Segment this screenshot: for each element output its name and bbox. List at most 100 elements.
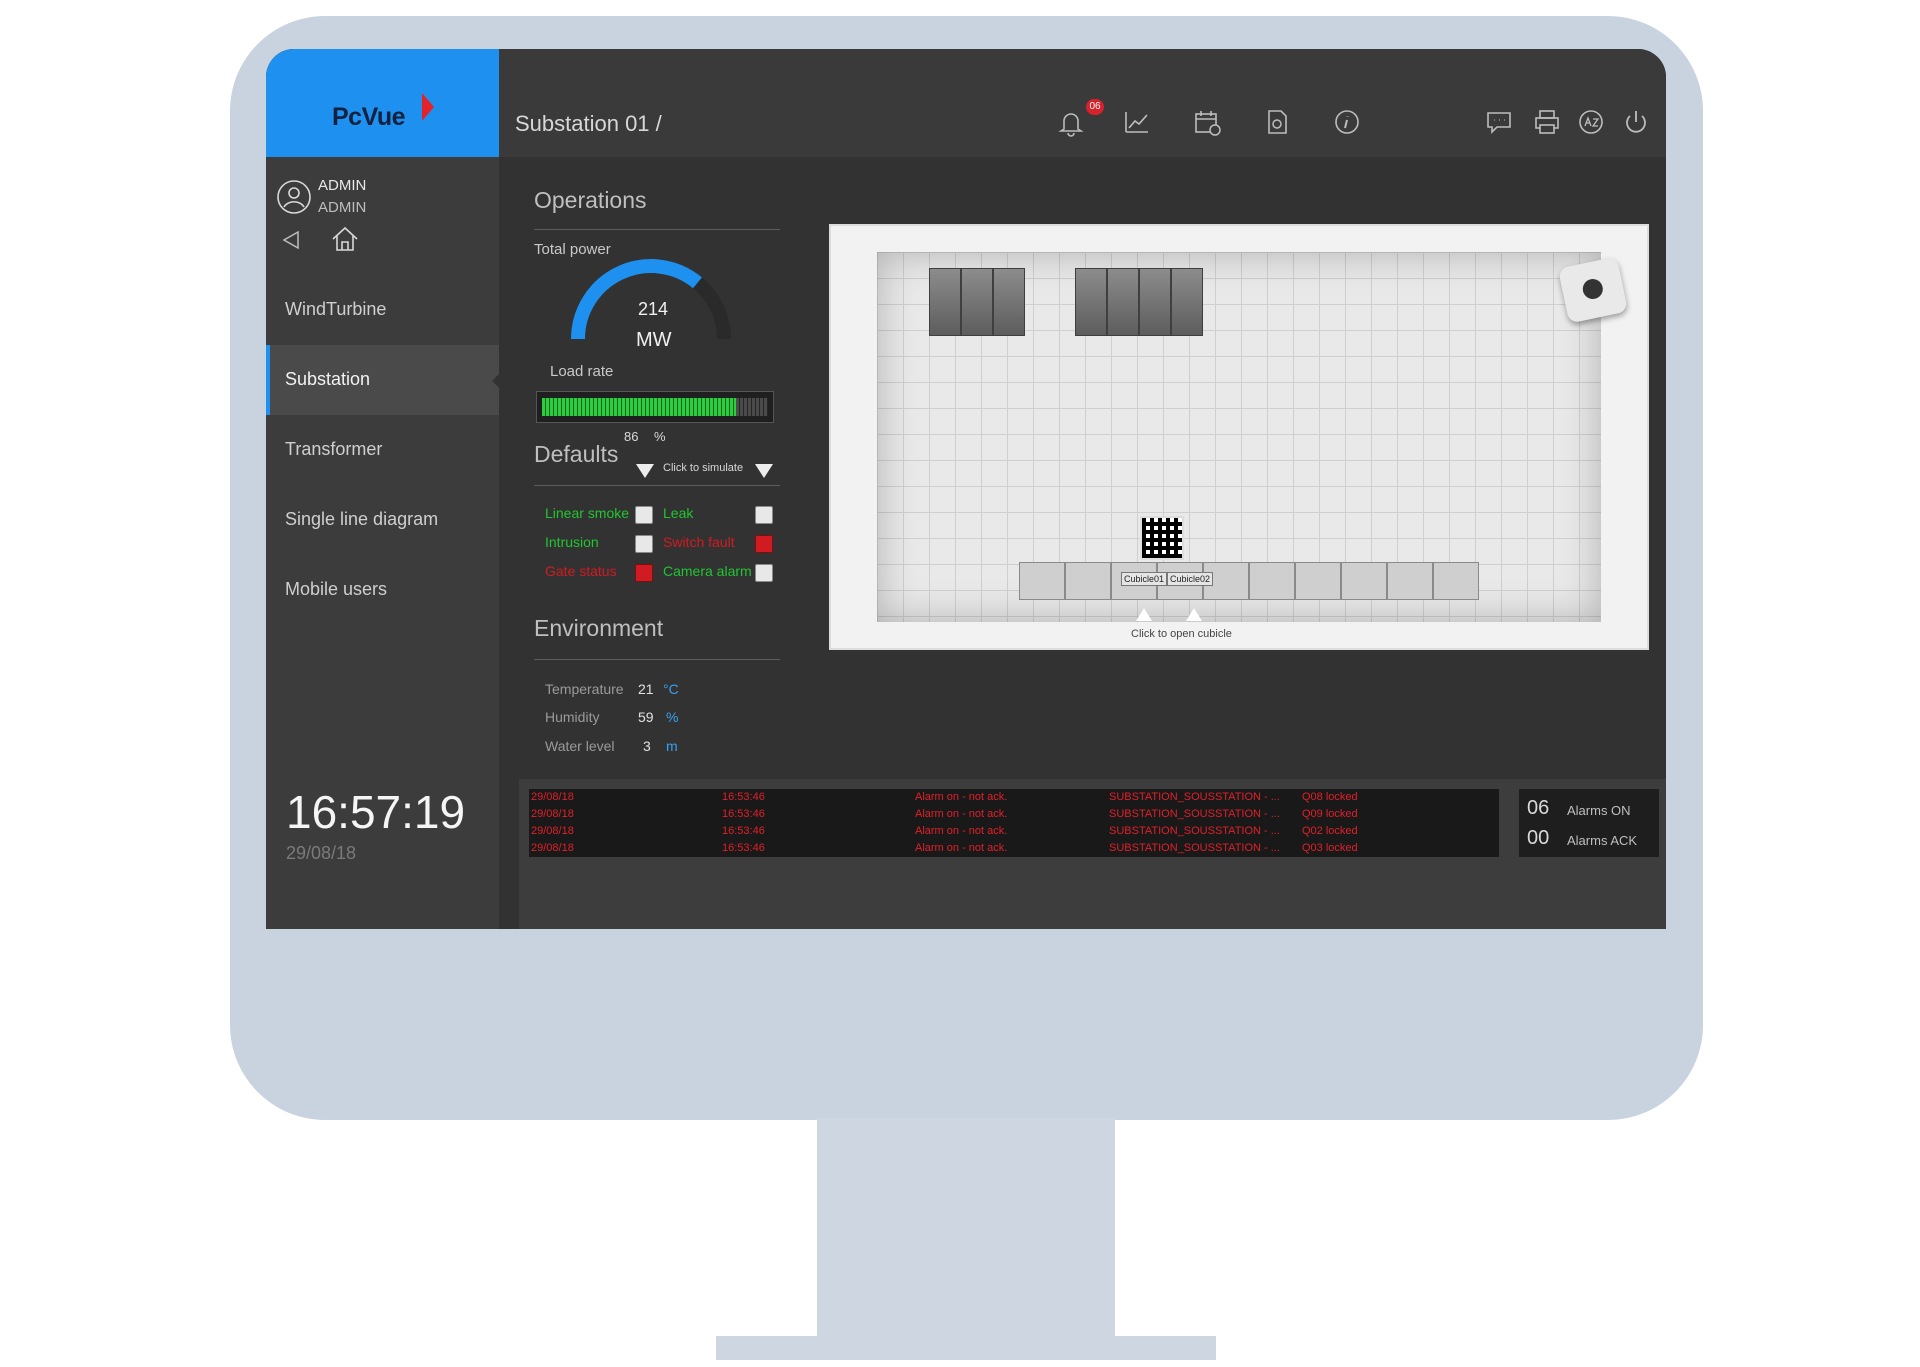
monitor-base	[716, 1336, 1216, 1360]
alarm-time: 16:53:46	[722, 808, 765, 820]
alarm-time: 16:53:46	[722, 825, 765, 837]
fault-camera-alarm-checkbox[interactable]	[755, 564, 773, 582]
environment-divider	[534, 659, 780, 660]
operations-title: Operations	[534, 187, 647, 213]
power-icon[interactable]	[1621, 107, 1651, 137]
sidebar: ADMIN ADMIN WindTurbine Substation Trans…	[266, 157, 500, 929]
alarm-date: 29/08/18	[531, 791, 574, 803]
alarm-date: 29/08/18	[531, 808, 574, 820]
schedule-icon[interactable]	[1192, 107, 1222, 137]
trend-chart-icon[interactable]	[1122, 107, 1152, 137]
cabinet[interactable]	[929, 268, 961, 336]
chat-icon[interactable]	[1484, 107, 1514, 137]
cabinet[interactable]	[993, 268, 1025, 336]
alarm-message: Q09 locked	[1302, 808, 1358, 820]
cubicle-01-label[interactable]: Cubicle01	[1121, 572, 1168, 586]
alarm-panel: 29/08/18 16:53:46 Alarm on - not ack. SU…	[519, 779, 1666, 929]
defaults-divider	[534, 485, 780, 486]
print-icon[interactable]	[1532, 107, 1562, 137]
cubicle[interactable]	[1249, 562, 1295, 600]
load-rate-fill	[542, 398, 736, 416]
env-water-level-value: 3	[643, 738, 651, 754]
sidebar-item-single-line-diagram[interactable]: Single line diagram	[266, 485, 499, 555]
alarm-row[interactable]: 29/08/18 16:53:46 Alarm on - not ack. SU…	[529, 806, 1499, 823]
language-icon[interactable]	[1576, 107, 1606, 137]
cubicle[interactable]	[1295, 562, 1341, 600]
alarm-row[interactable]: 29/08/18 16:53:46 Alarm on - not ack. SU…	[529, 840, 1499, 857]
cabinet[interactable]	[961, 268, 993, 336]
alarm-date: 29/08/18	[531, 825, 574, 837]
env-humidity-value: 59	[638, 709, 654, 725]
defaults-title: Defaults	[534, 441, 619, 467]
simulate-arrow-icon[interactable]	[636, 464, 654, 478]
load-rate-unit: %	[654, 429, 666, 444]
sidebar-item-mobile-users[interactable]: Mobile users	[266, 555, 499, 625]
total-power-unit: MW	[636, 329, 672, 351]
breadcrumb[interactable]: Substation 01 /	[515, 111, 662, 137]
report-icon[interactable]	[1262, 107, 1292, 137]
clock-time: 16:57:19	[286, 786, 466, 838]
fault-intrusion-checkbox[interactable]	[635, 535, 653, 553]
cabinet[interactable]	[1171, 268, 1203, 336]
fault-leak-checkbox[interactable]	[755, 506, 773, 524]
load-rate-remaining	[736, 398, 768, 416]
cabinet[interactable]	[1107, 268, 1139, 336]
info-icon[interactable]	[1332, 107, 1362, 137]
load-rate-value: 86	[624, 429, 639, 444]
env-humidity-unit: %	[666, 709, 679, 725]
fault-camera-alarm-label: Camera alarm	[663, 563, 752, 579]
cubicle[interactable]	[1019, 562, 1065, 600]
cabinet[interactable]	[1139, 268, 1171, 336]
env-temperature-value: 21	[638, 681, 654, 697]
sidebar-item-transformer[interactable]: Transformer	[266, 415, 499, 485]
alarm-time: 16:53:46	[722, 842, 765, 854]
alarm-source: SUBSTATION_SOUSSTATION - ...	[1109, 808, 1280, 820]
monitor-stand	[817, 1118, 1115, 1338]
sidebar-item-substation[interactable]: Substation	[266, 345, 500, 415]
open-cubicle-arrow-icon[interactable]	[1136, 608, 1152, 621]
home-icon[interactable]	[330, 225, 360, 253]
fault-linear-smoke-checkbox[interactable]	[635, 506, 653, 524]
cubicle[interactable]	[1065, 562, 1111, 600]
cubicle[interactable]	[1387, 562, 1433, 600]
cubicle[interactable]	[1341, 562, 1387, 600]
alarm-date: 29/08/18	[531, 842, 574, 854]
qr-code	[1140, 516, 1184, 560]
alarm-row[interactable]: 29/08/18 16:53:46 Alarm on - not ack. SU…	[529, 789, 1499, 806]
user-role: ADMIN	[318, 199, 367, 216]
logo-box[interactable]: PcVue	[266, 49, 499, 157]
sidebar-item-windturbine[interactable]: WindTurbine	[266, 275, 499, 345]
bell-icon[interactable]	[1056, 107, 1086, 137]
alarm-row[interactable]: 29/08/18 16:53:46 Alarm on - not ack. SU…	[529, 823, 1499, 840]
alarms-ack-label: Alarms ACK	[1567, 833, 1638, 848]
alarm-source: SUBSTATION_SOUSSTATION - ...	[1109, 842, 1280, 854]
total-power-value: 214	[638, 299, 669, 319]
simulate-arrow-icon[interactable]	[755, 464, 773, 478]
alarm-source: SUBSTATION_SOUSSTATION - ...	[1109, 791, 1280, 803]
env-humidity-label: Humidity	[545, 709, 600, 725]
fault-gate-status-checkbox[interactable]	[635, 564, 653, 582]
alarm-status: Alarm on - not ack.	[915, 808, 1008, 820]
open-cubicle-arrow-icon[interactable]	[1186, 608, 1202, 621]
alarm-status: Alarm on - not ack.	[915, 825, 1008, 837]
alarm-time: 16:53:46	[722, 791, 765, 803]
clock-date: 29/08/18	[286, 843, 357, 863]
user-avatar-icon[interactable]	[276, 179, 312, 215]
alarm-list[interactable]: 29/08/18 16:53:46 Alarm on - not ack. SU…	[529, 789, 1499, 857]
fault-switch-fault-checkbox[interactable]	[755, 535, 773, 553]
top-bar: PcVue Substation 01 / 06	[266, 49, 1666, 157]
alarm-counters: 06 Alarms ON 00 Alarms ACK	[1519, 789, 1659, 857]
camera-icon[interactable]	[1557, 256, 1629, 324]
back-arrow-icon[interactable]	[280, 229, 302, 251]
cabinet[interactable]	[1075, 268, 1107, 336]
operations-divider	[534, 229, 780, 230]
substation-3d-view[interactable]: Cubicle01 Cubicle02 Click to open cubicl…	[829, 224, 1649, 650]
load-rate-label: Load rate	[550, 363, 614, 380]
cubicle[interactable]	[1433, 562, 1479, 600]
load-rate-bar	[536, 391, 774, 423]
simulate-hint: Click to simulate	[663, 462, 744, 474]
user-name: ADMIN	[318, 177, 367, 194]
env-water-level-unit: m	[666, 738, 678, 754]
cubicle-02-label[interactable]: Cubicle02	[1167, 572, 1214, 586]
alarm-message: Q08 locked	[1302, 791, 1358, 803]
